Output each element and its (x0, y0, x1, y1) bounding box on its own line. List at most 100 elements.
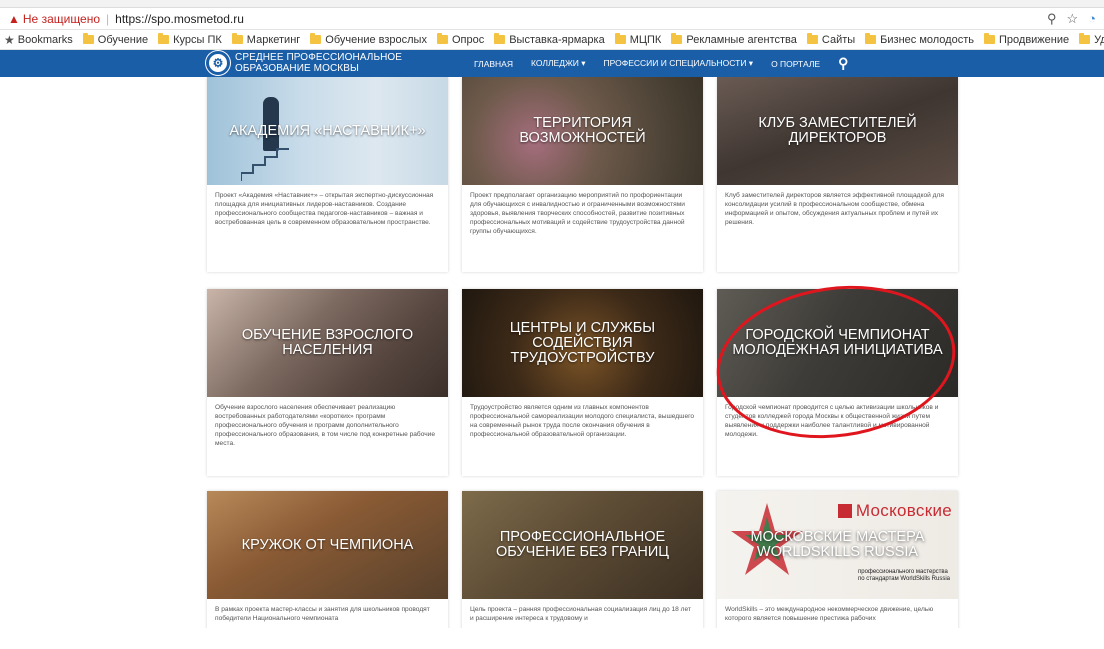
logo-line-1: Среднее профессиональное (235, 52, 403, 63)
bookmark-folder[interactable]: МЦПК (614, 33, 662, 46)
card-description: Обучение взрослого населения обеспечивае… (215, 404, 436, 447)
extension-icon[interactable]: ◔ (1088, 11, 1096, 27)
bookmark-label: Удачные прим (1094, 33, 1104, 46)
bookmark-label: Маркетинг (246, 33, 301, 46)
bookmark-folder[interactable]: Рекламные агентства (671, 33, 797, 46)
card-description: Цель проекта – ранняя профессиональная с… (470, 606, 691, 622)
card-city-championship[interactable]: Городской чемпионат Молодежная инициатив… (717, 289, 958, 476)
card-image: Академия «Наставник+» (207, 77, 448, 185)
card-title: Территория возможностей (519, 115, 646, 146)
insecure-label[interactable]: Не защищено (23, 12, 100, 26)
folder-icon (614, 33, 626, 44)
card-description: Клуб заместителей директоров является эф… (725, 192, 944, 226)
card-description: Проект «Академия «Наставник+» – открытая… (215, 192, 434, 226)
bookmark-label: Опрос (451, 33, 485, 46)
address-separator: | (106, 11, 110, 26)
zoom-icon[interactable]: ⚲ (1047, 11, 1057, 27)
bookmark-folder[interactable]: Удачные прим (1079, 33, 1104, 46)
card-image: Городской чемпионат Молодежная инициатив… (717, 289, 958, 397)
bookmark-bookmarks[interactable]: Bookmarks (18, 34, 73, 46)
card-title: Клуб заместителей директоров (758, 115, 917, 146)
card-title: Академия «Наставник+» (229, 122, 426, 139)
star-icon[interactable]: ☆ (1066, 11, 1078, 27)
folder-icon (494, 33, 506, 44)
card-description: Городской чемпионат проводится с целью а… (725, 404, 939, 438)
bookmark-label: Бизнес молодость (880, 33, 974, 46)
brand-subtitle: профессионального мастерства по стандарт… (858, 569, 950, 583)
stairs-icon (241, 148, 289, 181)
bookmark-folder[interactable]: Курсы ПК (158, 33, 222, 46)
card-club[interactable]: Клуб заместителей директоров Клуб замест… (717, 77, 958, 272)
bookmark-label: Продвижение (999, 33, 1070, 46)
card-image: Центры и службы содействия трудоустройст… (462, 289, 703, 397)
bookmark-label: Выставка-ярмарка (509, 33, 605, 46)
brand-word: Московские (855, 501, 952, 520)
logo-text: Среднее профессиональное образование Мос… (235, 52, 402, 74)
card-title: Профессиональное обучение без границ (495, 529, 670, 560)
card-description: В рамках проекта мастер-классы и занятия… (215, 606, 430, 622)
bookmarks-bar: ★ Bookmarks Обучение Курсы ПК Маркетинг … (0, 30, 1104, 50)
masters-brand: Московские (837, 501, 952, 521)
folder-icon (310, 33, 322, 44)
folder-icon (671, 33, 683, 44)
url-field[interactable]: https://spo.mosmetod.ru (115, 12, 1047, 26)
brand-subtitle-line-1: профессионального мастерства (857, 569, 948, 575)
bookmark-folder[interactable]: Маркетинг (231, 33, 301, 46)
nav-home[interactable]: Главная (474, 59, 513, 69)
bookmark-star-icon: ★ (4, 32, 15, 47)
folder-icon (865, 33, 877, 44)
bookmark-folder[interactable]: Обучение взрослых (310, 33, 427, 46)
folder-icon (82, 33, 94, 44)
site-logo[interactable]: ⚙ Среднее профессиональное образование М… (206, 51, 402, 75)
bookmark-label: Курсы ПК (173, 33, 222, 46)
card-description: Проект предполагает организацию мероприя… (470, 192, 685, 235)
card-adult-learning[interactable]: Обучение взрослого населения Обучение вз… (207, 289, 448, 476)
site-header: ⚙ Среднее профессиональное образование М… (0, 50, 1104, 77)
bookmark-label: Обучение взрослых (325, 33, 427, 46)
browser-tabstrip (0, 0, 1104, 8)
bookmark-folder[interactable]: Обучение (82, 33, 149, 46)
card-title: Центры и службы содействия трудоустройст… (509, 319, 656, 366)
bookmark-label: МЦПК (629, 33, 662, 46)
folder-icon (984, 33, 995, 44)
card-title: Обучение взрослого населения (241, 327, 414, 358)
folder-icon (436, 33, 448, 44)
bookmark-folder[interactable]: Бизнес молодость (865, 33, 974, 46)
address-actions: ⚲ ☆ ◔ (1047, 11, 1096, 27)
card-image: Территория возможностей (462, 77, 703, 185)
nav-colleges[interactable]: Колледжи ▾ (531, 58, 586, 69)
card-title: Кружок от чемпиона (241, 536, 414, 553)
folder-icon (231, 33, 243, 44)
folder-icon (806, 33, 818, 44)
bookmark-folder[interactable]: Выставка-ярмарка (494, 33, 605, 46)
red-square-icon (837, 504, 852, 518)
folder-icon (1079, 33, 1091, 44)
content-area: Академия «Наставник+» Проект «Академия «… (0, 77, 1104, 628)
card-title: Городской чемпионат Молодежная инициатив… (732, 327, 943, 358)
bookmark-folder[interactable]: Сайты (806, 33, 856, 46)
card-image: Профессиональное обучение без границ (462, 491, 703, 599)
card-moscow-masters[interactable]: Московские профессионального мастерства … (717, 491, 958, 628)
card-image: Обучение взрослого населения (207, 289, 448, 397)
search-icon[interactable]: ⚲ (838, 55, 848, 72)
bookmark-label: Рекламные агентства (686, 33, 797, 46)
card-description: Трудоустройство является одним из главны… (470, 404, 695, 438)
card-academy[interactable]: Академия «Наставник+» Проект «Академия «… (207, 77, 448, 272)
card-title: Московские мастера WorldSkills Russia (750, 529, 925, 560)
card-image: Кружок от чемпиона (207, 491, 448, 599)
brand-subtitle-line-2: по стандартам WorldSkills Russia (857, 576, 950, 582)
bookmark-label: Bookmarks (17, 33, 73, 46)
card-champion-circle[interactable]: Кружок от чемпиона В рамках проекта маст… (207, 491, 448, 628)
bookmark-label: Сайты (821, 33, 856, 46)
address-bar[interactable]: ▲ Не защищено | https://spo.mosmetod.ru … (0, 8, 1104, 30)
nav-professions[interactable]: Профессии и специальности ▾ (604, 58, 754, 69)
nav-about[interactable]: О портале (771, 59, 820, 69)
bookmark-folder[interactable]: Опрос (436, 33, 485, 46)
bookmark-folder[interactable]: Продвижение (984, 33, 1070, 46)
folder-icon (158, 33, 170, 44)
card-territory[interactable]: Территория возможностей Проект предполаг… (462, 77, 703, 272)
card-professional-training[interactable]: Профессиональное обучение без границ Цел… (462, 491, 703, 628)
card-employment-centers[interactable]: Центры и службы содействия трудоустройст… (462, 289, 703, 476)
warning-icon: ▲ (8, 11, 20, 26)
bookmark-label: Обучение (97, 33, 149, 46)
